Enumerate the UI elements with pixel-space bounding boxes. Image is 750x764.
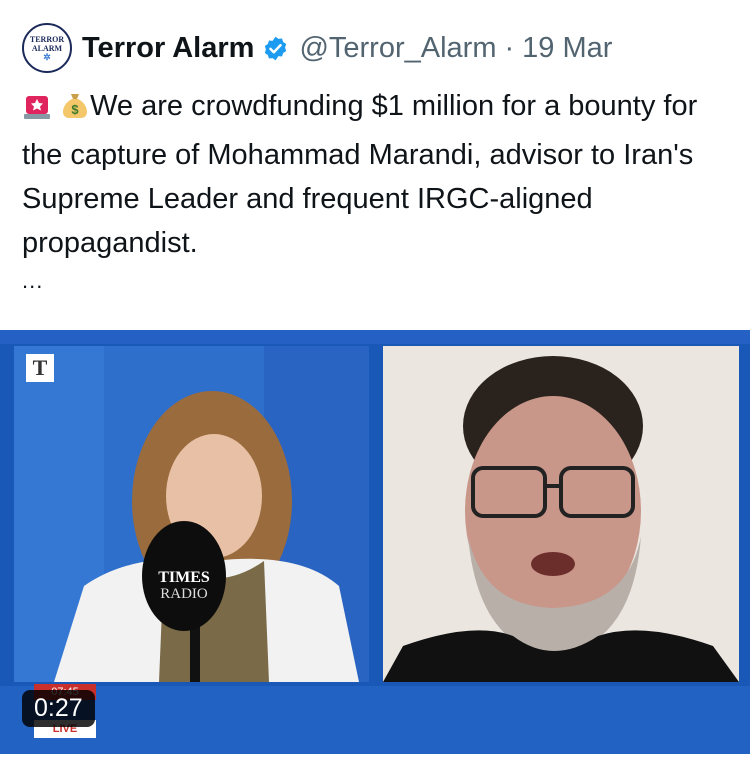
guest-figure [383, 346, 739, 682]
seal-icon: ✲ [43, 51, 51, 62]
author-name[interactable]: Terror Alarm [82, 32, 254, 65]
svg-text:$: $ [71, 102, 79, 117]
mic-brand-line2: RADIO [160, 586, 208, 602]
tweet-header: TERROR ALARM ✲ Terror Alarm @Terror_Alar… [22, 23, 740, 73]
mic-brand-line1: TIMES [158, 569, 210, 586]
video-player[interactable]: T TIMES RADIO 07:45 LIVE 0:27 [0, 330, 750, 754]
verified-badge-icon [265, 36, 287, 60]
microphone-icon: TIMES RADIO [142, 521, 226, 631]
money-bag-icon: $ [60, 89, 90, 133]
tweet-body: We are crowdfunding $1 million for a bou… [22, 90, 698, 259]
author-handle[interactable]: @Terror_Alarm [299, 32, 496, 65]
tweet-date[interactable]: 19 Mar [522, 32, 612, 65]
show-more[interactable]: ... [22, 268, 43, 294]
video-left-panel: T TIMES RADIO [14, 346, 369, 682]
police-light-icon [22, 89, 52, 133]
channel-logo: T [26, 354, 54, 382]
separator-dot: · [504, 31, 515, 64]
avatar[interactable]: TERROR ALARM ✲ [22, 23, 72, 73]
video-duration: 0:27 [22, 690, 95, 727]
video-right-panel [383, 346, 739, 682]
tweet-text: $ We are crowdfunding $1 million for a b… [22, 84, 737, 265]
avatar-text-top: TERROR [29, 34, 65, 44]
video-top-bar [0, 330, 750, 344]
video-lower-strip [0, 686, 750, 754]
